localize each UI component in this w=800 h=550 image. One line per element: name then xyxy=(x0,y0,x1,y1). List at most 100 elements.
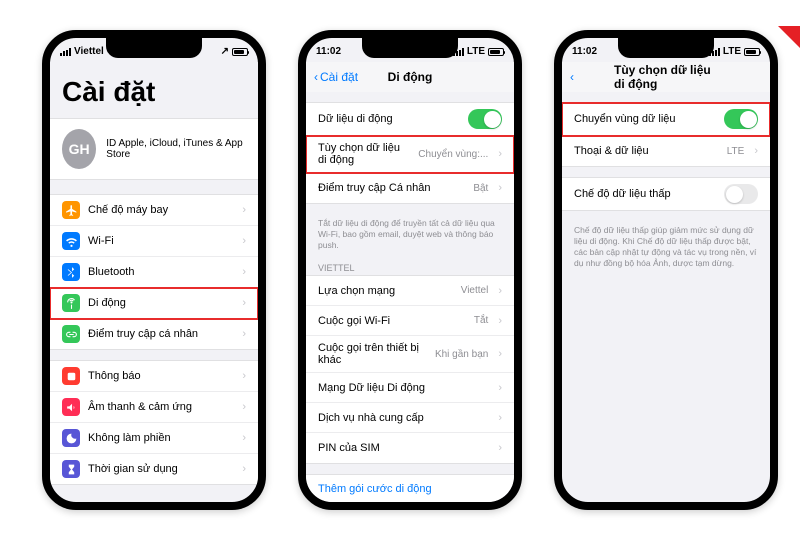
account-caption: ID Apple, iCloud, iTunes & App Store xyxy=(106,138,246,160)
row-wifi-calling[interactable]: Cuộc gọi Wi-Fi Tắt › xyxy=(306,306,514,336)
row-low-data-mode[interactable]: Chế độ dữ liệu thấp xyxy=(562,178,770,210)
network-label: LTE xyxy=(467,46,485,57)
section-header-carrier: VIETTEL xyxy=(306,257,514,275)
row-label: Wi-Fi xyxy=(88,235,232,247)
row-cellular-data[interactable]: Dữ liệu di động xyxy=(306,103,514,136)
chevron-icon: › xyxy=(242,401,246,413)
row-dnd[interactable]: Không làm phiền › xyxy=(50,423,258,454)
row-sim-pin[interactable]: PIN của SIM › xyxy=(306,433,514,463)
row-cellular-options[interactable]: Tùy chọn dữ liệu di động Chuyển vùng:...… xyxy=(306,136,514,173)
chevron-icon: › xyxy=(498,285,502,297)
chevron-icon: › xyxy=(242,463,246,475)
chevron-icon: › xyxy=(498,315,502,327)
row-calls-other-devices[interactable]: Cuộc gọi trên thiết bị khác Khi gần bạn … xyxy=(306,336,514,373)
chevron-icon: › xyxy=(242,328,246,340)
apple-id-row[interactable]: GH ID Apple, iCloud, iTunes & App Store xyxy=(50,118,258,180)
toggle-data-roaming[interactable] xyxy=(724,109,758,129)
chevron-icon: › xyxy=(498,182,502,194)
toggle-cellular-data[interactable] xyxy=(468,109,502,129)
sound-icon xyxy=(62,398,80,416)
group-footer: Tắt dữ liệu di động để truyền tất cả dữ … xyxy=(306,214,514,257)
settings-group-alerts: Thông báo › Âm thanh & cảm ứng › Không l… xyxy=(50,360,258,485)
row-label: Điểm truy cập Cá nhân xyxy=(318,182,465,194)
phone-cellular: 11:02 LTE ‹Cài đặt Di động Dữ liệu di độ… xyxy=(298,30,522,510)
row-network-select[interactable]: Lựa chọn mạng Viettel › xyxy=(306,276,514,306)
avatar: GH xyxy=(62,129,96,169)
row-label: Thoại & dữ liệu xyxy=(574,145,719,157)
bluetooth-icon xyxy=(62,263,80,281)
nav-bar: ‹Cài đặt Di động xyxy=(306,62,514,92)
carrier-text: Viettel xyxy=(74,46,104,57)
row-label: Di động xyxy=(88,297,232,309)
row-cellular-network[interactable]: Mạng Dữ liệu Di động › xyxy=(306,373,514,403)
row-data-roaming[interactable]: Chuyển vùng dữ liệu xyxy=(562,103,770,136)
row-value: Chuyển vùng:... xyxy=(418,149,488,160)
chevron-icon: › xyxy=(498,382,502,394)
row-value: Bật xyxy=(473,183,488,194)
chevron-icon: › xyxy=(754,145,758,157)
settings-group-connectivity: Chế độ máy bay › Wi-Fi › Bluetooth › Di … xyxy=(50,194,258,350)
row-label: Dữ liệu di động xyxy=(318,113,460,125)
group-footer: Chế độ dữ liệu thấp giúp giảm mức sử dụn… xyxy=(562,221,770,275)
battery-icon xyxy=(232,48,248,56)
row-label: Dịch vụ nhà cung cấp xyxy=(318,412,488,424)
row-voice-and-data[interactable]: Thoại & dữ liệu LTE › xyxy=(562,136,770,166)
row-personal-hotspot[interactable]: Điểm truy cập Cá nhân Bật › xyxy=(306,173,514,203)
page-title: Cài đặt xyxy=(50,62,258,118)
row-value: Khi gần bạn xyxy=(435,349,488,360)
time-label: 11:02 xyxy=(316,46,341,57)
moon-icon xyxy=(62,429,80,447)
row-label: PIN của SIM xyxy=(318,442,488,454)
location-arrow-icon: ↗ xyxy=(221,46,229,57)
group-roaming: Chuyển vùng dữ liệu Thoại & dữ liệu LTE … xyxy=(562,102,770,167)
row-wifi[interactable]: Wi-Fi › xyxy=(50,226,258,257)
corner-decoration xyxy=(778,26,800,48)
network-label: LTE xyxy=(723,46,741,57)
nav-title: Di động xyxy=(388,70,433,84)
row-label: Điểm truy cập cá nhân xyxy=(88,328,232,340)
notch xyxy=(362,38,458,58)
row-label: Thông báo xyxy=(88,370,232,382)
chevron-icon: › xyxy=(242,204,246,216)
link-icon xyxy=(62,325,80,343)
group-carrier: Lựa chọn mạng Viettel › Cuộc gọi Wi-Fi T… xyxy=(306,275,514,464)
nav-title: Tùy chọn dữ liệu di động xyxy=(614,63,718,91)
notification-icon xyxy=(62,367,80,385)
row-value: Viettel xyxy=(461,285,489,296)
row-bluetooth[interactable]: Bluetooth › xyxy=(50,257,258,288)
back-button[interactable]: ‹Cài đặt xyxy=(314,70,358,84)
chevron-left-icon: ‹ xyxy=(570,70,574,84)
row-label: Âm thanh & cảm ứng xyxy=(88,401,232,413)
row-cellular[interactable]: Di động › xyxy=(50,288,258,319)
battery-icon xyxy=(744,48,760,56)
group-low-data: Chế độ dữ liệu thấp xyxy=(562,177,770,211)
toggle-low-data[interactable] xyxy=(724,184,758,204)
row-label: Lựa chọn mạng xyxy=(318,285,453,297)
battery-icon xyxy=(488,48,504,56)
row-label: Bluetooth xyxy=(88,266,232,278)
row-label: Chế độ dữ liệu thấp xyxy=(574,188,716,200)
row-carrier-services[interactable]: Dịch vụ nhà cung cấp › xyxy=(306,403,514,433)
row-airplane-mode[interactable]: Chế độ máy bay › xyxy=(50,195,258,226)
row-screentime[interactable]: Thời gian sử dụng › xyxy=(50,454,258,484)
chevron-icon: › xyxy=(242,297,246,309)
chevron-icon: › xyxy=(242,235,246,247)
row-value: LTE xyxy=(727,146,745,157)
phone-cellular-options: 11:02 LTE ‹ Tùy chọn dữ liệu di động Chu… xyxy=(554,30,778,510)
signal-icon xyxy=(60,48,71,56)
chevron-icon: › xyxy=(242,432,246,444)
antenna-icon xyxy=(62,294,80,312)
row-label: Tùy chọn dữ liệu di động xyxy=(318,142,410,166)
hourglass-icon xyxy=(62,460,80,478)
nav-bar: ‹ Tùy chọn dữ liệu di động xyxy=(562,62,770,92)
notch xyxy=(106,38,202,58)
row-hotspot[interactable]: Điểm truy cập cá nhân › xyxy=(50,319,258,349)
row-sound[interactable]: Âm thanh & cảm ứng › xyxy=(50,392,258,423)
row-label: Chế độ máy bay xyxy=(88,204,232,216)
row-notifications[interactable]: Thông báo › xyxy=(50,361,258,392)
back-button[interactable]: ‹ xyxy=(570,70,574,84)
row-label: Mạng Dữ liệu Di động xyxy=(318,382,488,394)
back-label: Cài đặt xyxy=(320,70,358,84)
chevron-icon: › xyxy=(242,266,246,278)
link-add-plan[interactable]: Thêm gói cước di động xyxy=(306,474,514,504)
